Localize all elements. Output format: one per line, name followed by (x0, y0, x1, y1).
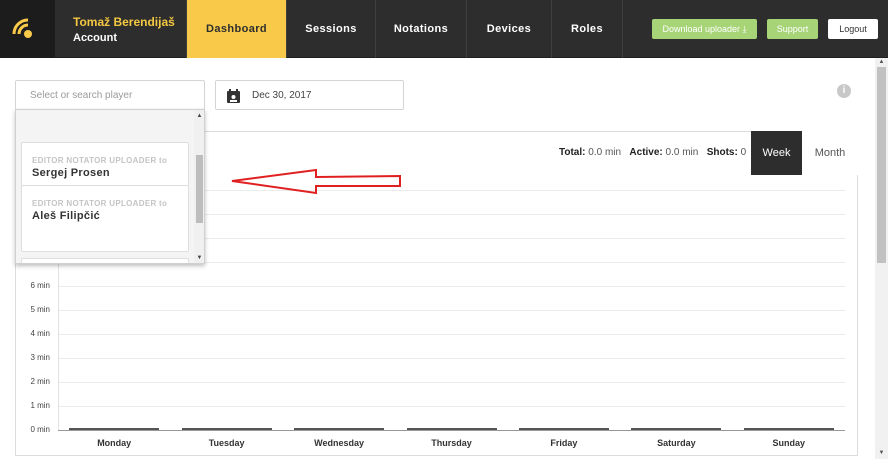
tab-roles[interactable]: Roles (552, 0, 623, 58)
chart-gridline (58, 358, 845, 359)
y-tick-label: 0 min (30, 425, 50, 434)
date-value: Dec 30, 2017 (252, 90, 312, 101)
page-scroll-down-icon[interactable]: ▼ (875, 450, 888, 456)
active-label: Active: (629, 147, 663, 158)
chart-gridline (58, 334, 845, 335)
logout-button[interactable]: Logout (828, 19, 878, 39)
dropdown-scrollbar[interactable]: ▲ ▼ (194, 110, 204, 263)
active-value: 0.0 min (665, 147, 699, 158)
scroll-down-arrow-icon[interactable]: ▼ (194, 255, 204, 261)
month-toggle-button[interactable]: Month (802, 131, 858, 175)
info-icon[interactable]: i (837, 84, 851, 98)
scroll-up-arrow-icon[interactable]: ▲ (194, 113, 204, 119)
dropdown-item[interactable] (21, 258, 189, 263)
total-value: 0.0 min (588, 147, 622, 158)
tab-devices[interactable]: Devices (467, 0, 552, 58)
y-tick-label: 1 min (30, 401, 50, 410)
chart-gridline (58, 406, 845, 407)
dropdown-item[interactable]: EDITOR NOTATOR UPLOADER to Aleš Filipčić (21, 185, 189, 252)
y-tick-label: 5 min (30, 305, 50, 314)
y-tick-label: 4 min (30, 329, 50, 338)
page-scroll-up-icon[interactable]: ▲ (875, 59, 888, 65)
x-tick-label: Friday (550, 438, 578, 448)
logo[interactable] (0, 0, 55, 58)
page-scrollbar[interactable]: ▲ ▼ (875, 58, 888, 459)
x-tick-label: Saturday (657, 438, 696, 448)
y-tick-label: 6 min (30, 281, 50, 290)
player-search-input[interactable]: Select or search player (15, 80, 205, 110)
x-tick-label: Monday (97, 438, 132, 448)
player-dropdown[interactable]: EDITOR NOTATOR UPLOADER to Sergej Prosen… (15, 109, 205, 264)
shots-value: 0 (740, 147, 747, 158)
top-navigation-bar: Tomaž Berendijaš Account Dashboard Sessi… (0, 0, 888, 58)
chart-gridline (58, 382, 845, 383)
tab-dashboard[interactable]: Dashboard (187, 0, 287, 58)
download-uploader-button[interactable]: Download uploader ⤓ (652, 19, 757, 39)
account-label: Account (73, 32, 117, 44)
dropdown-scroll-thumb[interactable] (196, 155, 203, 223)
y-tick-label: 3 min (30, 353, 50, 362)
dropdown-item-role: EDITOR NOTATOR UPLOADER to (32, 199, 168, 208)
support-button[interactable]: Support (767, 19, 818, 39)
y-tick-label: 2 min (30, 377, 50, 386)
tab-sessions[interactable]: Sessions (287, 0, 376, 58)
chart-x-axis (58, 430, 845, 431)
page-scroll-thumb[interactable] (877, 67, 886, 263)
x-tick-label: Sunday (772, 438, 806, 448)
stats-summary: Total: 0.0 min Active: 0.0 min Shots: 0 (559, 147, 746, 158)
x-tick-label: Thursday (431, 438, 472, 448)
account-menu[interactable]: Tomaž Berendijaš Account (56, 0, 187, 58)
tab-notations[interactable]: Notations (376, 0, 467, 58)
shots-label: Shots: (706, 147, 738, 158)
signal-logo-icon (12, 18, 32, 38)
dropdown-item-role: EDITOR NOTATOR UPLOADER to (32, 156, 168, 165)
calendar-icon (227, 89, 240, 103)
red-annotation-arrow-icon (231, 168, 401, 195)
x-tick-label: Wednesday (314, 438, 364, 448)
user-name: Tomaž Berendijaš (73, 15, 175, 29)
date-picker[interactable]: Dec 30, 2017 (215, 80, 404, 110)
dropdown-item-name: Aleš Filipčić (32, 210, 101, 222)
week-toggle-button[interactable]: Week (751, 131, 802, 175)
chart-gridline (58, 310, 845, 311)
total-label: Total: (559, 147, 586, 158)
dropdown-item-name: Sergej Prosen (32, 167, 110, 179)
chart-gridline (58, 286, 845, 287)
x-tick-label: Tuesday (208, 438, 245, 448)
